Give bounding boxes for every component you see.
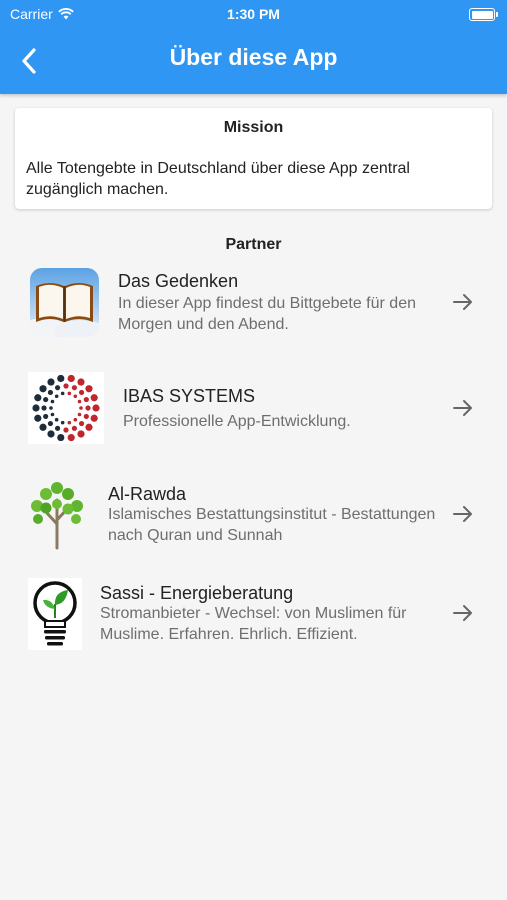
logo-dot <box>47 420 54 427</box>
partner-description: Professionelle App-Entwicklung. <box>123 413 351 430</box>
partner-name: IBAS SYSTEMS <box>123 386 256 406</box>
partner-item-ibas-systems[interactable]: IBAS SYSTEMS Professionelle App-Entwickl… <box>0 370 507 448</box>
logo-dot <box>32 404 40 412</box>
logo-dot <box>92 404 100 412</box>
logo-dot <box>34 414 42 422</box>
logo-dot <box>47 378 55 386</box>
partner-item-sassi[interactable]: Sassi - Energieberatung Stromanbieter - … <box>0 576 507 654</box>
logo-dot <box>39 423 47 431</box>
logo-dot <box>83 413 89 420</box>
logo-dot <box>85 385 93 393</box>
logo-dot <box>67 420 72 425</box>
arrow-right-icon <box>453 506 472 522</box>
logo-dot <box>34 394 42 402</box>
logo-dot <box>73 417 78 422</box>
partner-description: In dieser App findest du Bittgebete für … <box>118 295 416 333</box>
logo-dot <box>43 396 49 403</box>
logo-dot <box>54 417 59 422</box>
logo-dot <box>54 394 59 399</box>
mission-text: Alle Totengebte in Deutschland über dies… <box>26 160 410 198</box>
logo-dot <box>77 378 85 386</box>
partner-heading: Partner <box>225 236 282 253</box>
logo-dot <box>39 385 47 393</box>
logo-dot <box>54 425 61 431</box>
partner-description: Stromanbieter - Wechsel: von Muslimen fü… <box>100 605 407 643</box>
logo-dot <box>71 385 78 391</box>
logo-dot <box>60 420 65 425</box>
navigation-bar: Carrier 1:30 PM Über diese App <box>0 0 507 94</box>
logo-dot <box>83 396 89 403</box>
logo-dot <box>57 374 65 383</box>
logo-dot <box>49 406 53 410</box>
logo-dot <box>79 406 83 410</box>
logo-dot <box>78 420 85 427</box>
logo-dot <box>90 414 98 422</box>
status-bar: Carrier 1:30 PM <box>0 0 507 28</box>
arrow-right-icon <box>453 400 472 416</box>
mission-heading: Mission <box>223 119 284 136</box>
lightbulb-leaf-logo <box>28 578 82 650</box>
open-book-icon <box>30 268 99 337</box>
logo-dot <box>63 383 69 389</box>
status-time: 1:30 PM <box>227 6 280 22</box>
logo-dot <box>77 399 82 404</box>
logo-dot <box>54 385 61 391</box>
logo-dot <box>67 391 72 396</box>
dot-circle-logo <box>28 372 104 444</box>
partner-item-das-gedenken[interactable]: Das Gedenken In dieser App findest du Bi… <box>0 262 507 342</box>
logo-dot <box>60 391 65 396</box>
page-title: Über diese App <box>169 44 338 70</box>
mission-card: Mission Alle Totengebte in Deutschland ü… <box>15 108 492 209</box>
partner-item-al-rawda[interactable]: Al-Rawda Islamisches Bestattungsinstitut… <box>0 476 507 554</box>
logo-dot <box>77 430 85 438</box>
logo-dot <box>77 412 82 417</box>
logo-dot <box>57 433 65 442</box>
logo-dot <box>50 412 55 417</box>
logo-dot <box>90 394 98 402</box>
logo-dot <box>63 427 69 433</box>
logo-dot <box>50 399 55 404</box>
logo-dot <box>67 433 75 442</box>
partner-name: Das Gedenken <box>118 271 239 291</box>
logo-dot <box>78 389 85 396</box>
arrow-right-icon <box>453 605 472 621</box>
tree-logo <box>28 478 86 550</box>
arrow-right-icon <box>453 294 472 310</box>
partner-description: Islamisches Bestattungsinstitut - Bestat… <box>108 506 436 544</box>
logo-dot <box>47 430 55 438</box>
logo-dot <box>41 405 47 411</box>
partner-name: Sassi - Energieberatung <box>100 583 294 603</box>
logo-dot <box>73 394 78 399</box>
partner-name: Al-Rawda <box>108 484 187 504</box>
logo-dot <box>47 389 54 396</box>
logo-dot <box>85 423 93 431</box>
logo-dot <box>85 405 91 411</box>
logo-dot <box>71 425 78 431</box>
battery-icon <box>469 8 498 21</box>
logo-dot <box>67 374 75 383</box>
logo-dot <box>43 413 49 420</box>
